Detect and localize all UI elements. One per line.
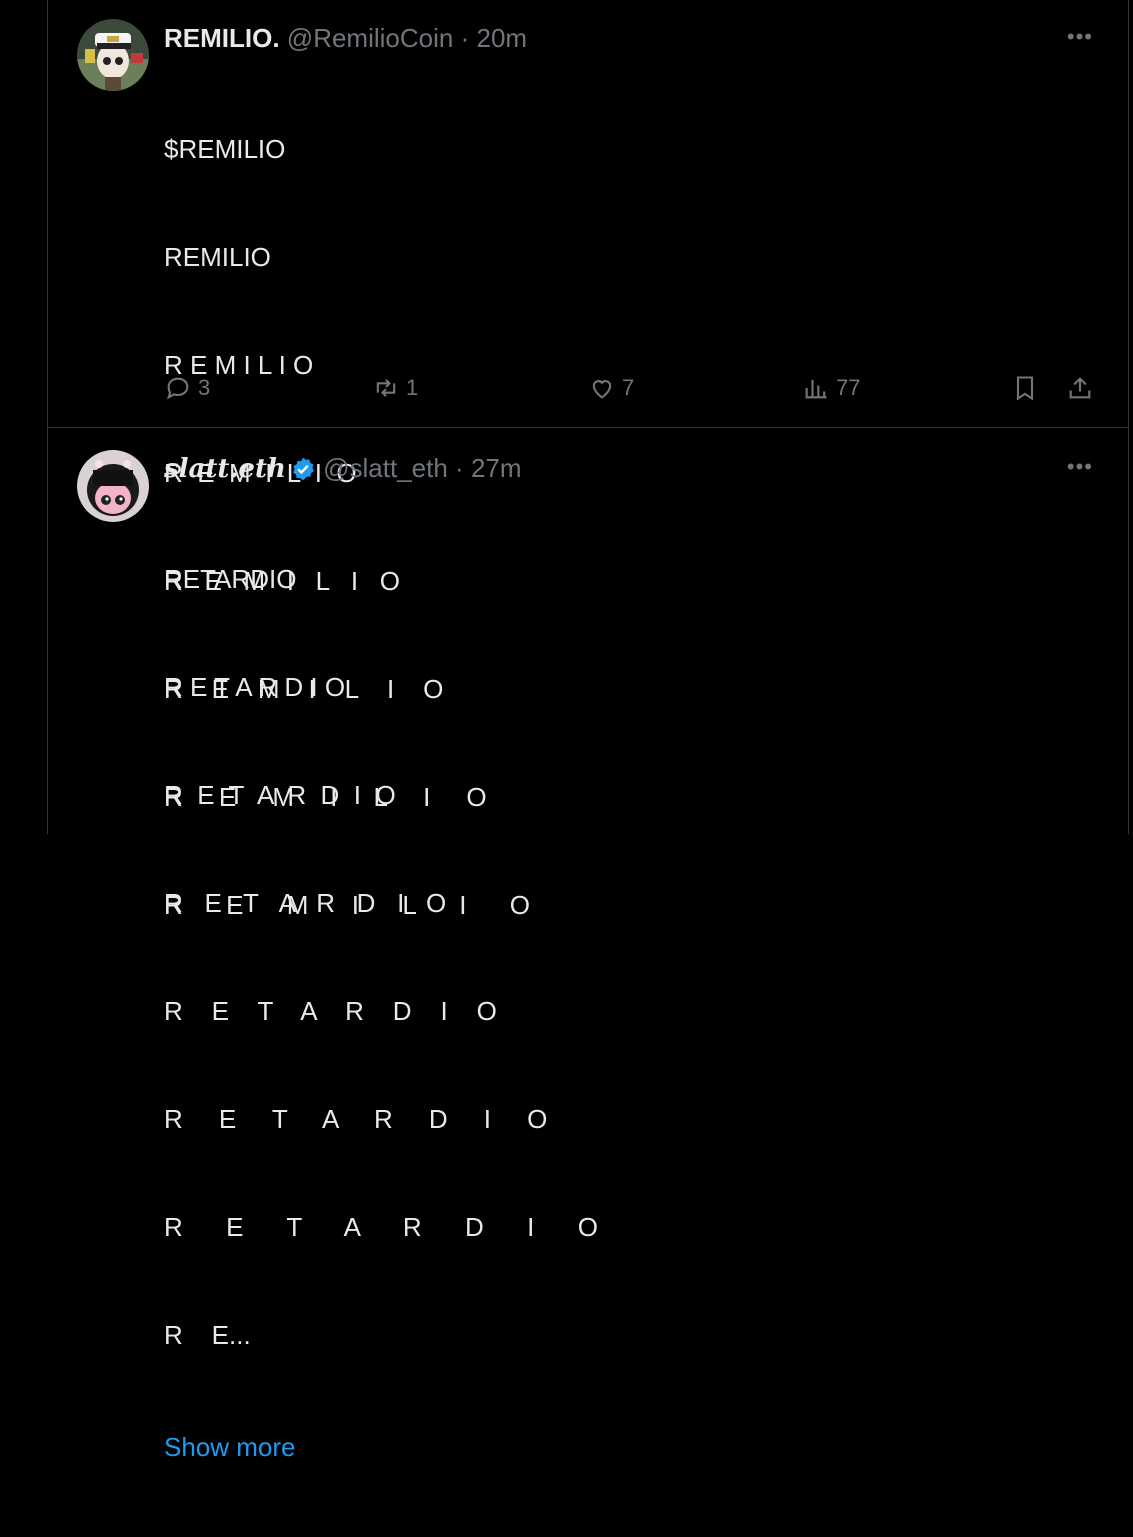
handle[interactable]: @RemilioCoin [287,23,454,53]
views-button[interactable]: 77 [802,370,860,406]
text-line: RETARDIO [164,564,297,594]
timestamp[interactable]: 27m [471,453,522,483]
avatar[interactable] [77,450,149,522]
separator: · [460,23,470,53]
reply-button[interactable]: 3 [164,370,210,406]
text-line: R E T A R D I O [164,888,447,918]
separator: · [455,453,464,483]
text-line: REMILIO [164,242,271,272]
verified-badge-icon[interactable] [290,456,316,482]
repost-button[interactable]: 1 [372,370,418,406]
show-more-link[interactable]: Show more [164,1429,598,1465]
view-count: 77 [836,375,861,400]
reply-count: 3 [198,375,211,400]
tweet-actions: 3 1 7 77 [164,370,1094,406]
bookmark-icon [1016,376,1034,401]
display-name[interactable]: REMILIO. [164,23,280,53]
share-button[interactable] [1066,370,1094,406]
heart-icon [592,380,612,399]
timeline: REMILIO. @RemilioCoin · 20m ••• $REMILIO… [47,0,1129,1462]
text-line: $REMILIO [164,134,286,164]
bookmark-button[interactable] [1011,370,1039,406]
like-button[interactable]: 7 [588,370,634,406]
tweet-header: slatt.eth @slatt_eth · 27m [164,452,522,485]
more-options-button[interactable]: ••• [1067,24,1093,50]
text-line: R E T A R D I O [164,996,497,1026]
reply-icon [166,377,189,400]
tweet-header: REMILIO. @RemilioCoin · 20m [164,22,527,54]
views-icon [805,379,827,399]
handle[interactable]: @slatt_eth [323,453,448,483]
display-name[interactable]: slatt.eth [164,454,286,484]
avatar[interactable] [77,19,149,91]
text-line: R E T A R D I O [164,780,396,810]
tweet-text: RETARDIO R E T A R D I O R E T A R D I O… [164,489,598,1537]
text-line: R E T A R D I O [164,1104,548,1134]
text-line: R E T A R D I O [164,672,346,702]
timestamp[interactable]: 20m [477,23,528,53]
text-line: R E... [164,1320,251,1350]
more-options-button[interactable]: ••• [1067,454,1093,480]
text-line: R E T A R D I O [164,1212,598,1242]
repost-icon [376,379,396,397]
like-count: 7 [622,375,635,400]
share-icon [1069,377,1091,399]
repost-count: 1 [406,375,419,400]
